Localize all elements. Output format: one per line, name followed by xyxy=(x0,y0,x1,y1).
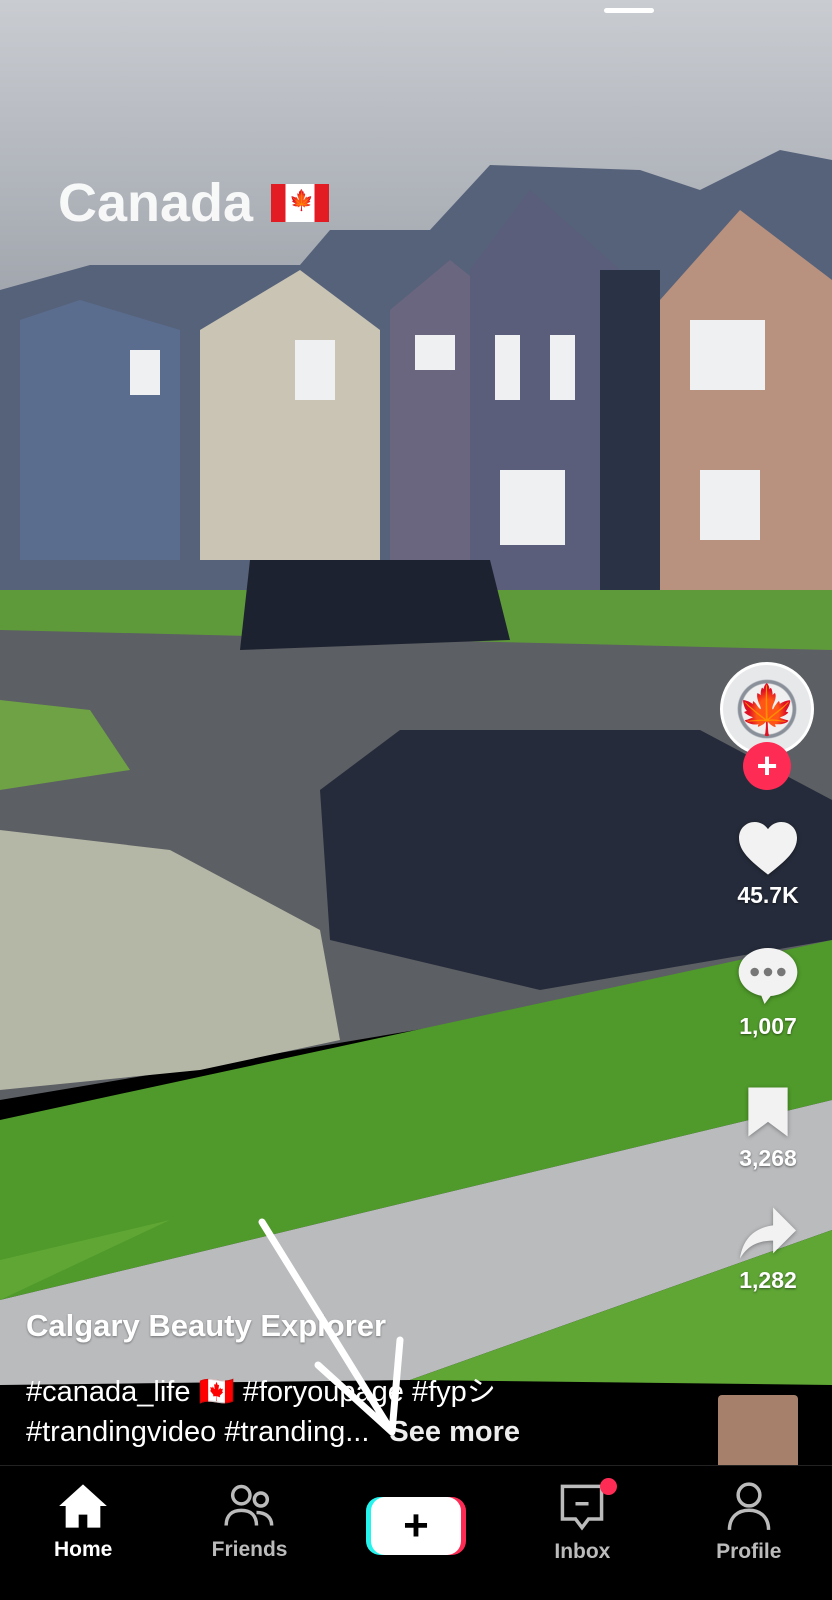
see-more-link[interactable]: See more xyxy=(389,1416,520,1448)
save-count: 3,268 xyxy=(739,1145,797,1171)
comment-count: 1,007 xyxy=(739,1013,797,1039)
friends-icon xyxy=(224,1484,273,1526)
follow-button[interactable]: + xyxy=(743,742,791,790)
author-name[interactable]: Calgary Beauty Explorer xyxy=(26,1308,386,1344)
canada-flag-icon xyxy=(271,184,330,222)
save-button[interactable]: 3,268 xyxy=(714,1085,822,1172)
nav-friends[interactable]: Friends xyxy=(180,1466,320,1562)
comment-icon xyxy=(738,948,798,1004)
share-arrow-icon xyxy=(740,1207,796,1259)
video-overlay-text: Canada xyxy=(58,172,330,234)
bottom-nav: Home Friends + Inbox Profile xyxy=(0,1465,832,1600)
home-icon xyxy=(59,1484,108,1528)
inbox-notification-dot xyxy=(600,1478,618,1495)
nav-create[interactable]: + xyxy=(346,1466,486,1555)
nav-home[interactable]: Home xyxy=(13,1466,153,1562)
share-button[interactable]: 1,282 xyxy=(714,1205,822,1294)
nav-profile[interactable]: Profile xyxy=(679,1466,819,1564)
maple-leaf-icon: 🍁 xyxy=(737,683,797,737)
bookmark-icon xyxy=(748,1087,788,1137)
drag-handle[interactable] xyxy=(604,8,654,13)
like-button[interactable]: 45.7K xyxy=(714,818,822,909)
profile-icon xyxy=(727,1482,771,1530)
heart-icon xyxy=(739,821,797,875)
description-line-2: #trandingvideo #tranding... xyxy=(26,1416,370,1448)
comment-button[interactable]: 1,007 xyxy=(714,945,822,1040)
create-plus-icon: + xyxy=(370,1497,461,1555)
video-description[interactable]: #canada_life 🇨🇦 #foryoupage #fypシ #trand… xyxy=(26,1372,726,1452)
inbox-icon xyxy=(561,1484,604,1531)
share-count: 1,282 xyxy=(739,1267,797,1293)
like-count: 45.7K xyxy=(737,882,799,908)
description-line-1: #canada_life 🇨🇦 #foryoupage #fypシ xyxy=(26,1376,496,1408)
censor-sticker xyxy=(718,1395,798,1475)
nav-inbox[interactable]: Inbox xyxy=(512,1466,652,1564)
